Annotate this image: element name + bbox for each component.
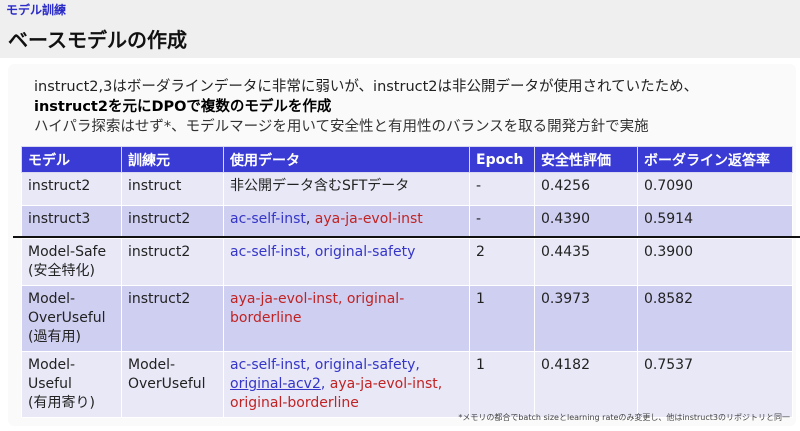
model-table: モデル 訓練元 使用データ Epoch 安全性評価 ボーダライン返答率 inst… xyxy=(21,146,793,418)
cell-source-line: instruct2 xyxy=(128,211,191,227)
table-row: Model-Safe (安全特化) instruct2 ac-self-inst, o… xyxy=(21,238,793,286)
footnote: *メモリの都合でbatch sizeとlearning rateのみ変更し、他は… xyxy=(458,413,790,422)
cell-source: Model- OverUseful xyxy=(121,351,224,418)
cell-source: instruct2 xyxy=(121,238,224,286)
table-header-row: モデル 訓練元 使用データ Epoch 安全性評価 ボーダライン返答率 xyxy=(21,146,793,173)
table-row: instruct2 instruct 非公開データ含むSFTデータ -0.4256 0.… xyxy=(21,172,793,206)
divider-line xyxy=(13,236,800,238)
cell-source-line: OverUseful xyxy=(128,376,206,392)
cell-safety: 0.4256 xyxy=(534,172,638,206)
intro-line-3: ハイパラ探索はせず*、モデルマージを用いて安全性と有用性のバランスを取る開発方針… xyxy=(34,119,649,135)
column-header-epoch: Epoch xyxy=(469,146,535,173)
dataset-name: , xyxy=(320,376,330,392)
dataset-name: 非公開データ含むSFTデータ xyxy=(230,178,410,194)
cell-data: ac-self-inst, original-safety xyxy=(223,238,470,286)
cell-epoch: - xyxy=(469,205,535,239)
cell-safety: 0.4390 xyxy=(534,205,638,239)
cell-safety: 0.4435 xyxy=(534,238,638,286)
cell-epoch: - xyxy=(469,172,535,206)
cell-data: 非公開データ含むSFTデータ xyxy=(223,172,470,206)
dataset-name: , xyxy=(305,211,315,227)
header-bar: モデル訓練 ベースモデルの作成 xyxy=(0,0,800,58)
cell-safety: 0.4182 xyxy=(534,351,638,418)
dataset-name: aya-ja-evol-inst, xyxy=(329,376,443,392)
dataset-name: ac-self-inst xyxy=(230,211,306,227)
cell-data: ac-self-inst, aya-ja-evol-inst xyxy=(223,205,470,239)
cell-model-line: instruct2 xyxy=(28,178,91,194)
column-header-model: モデル xyxy=(21,146,122,173)
dataset-name: ac-self-inst, original-safety xyxy=(230,244,416,260)
cell-model: instruct2 xyxy=(21,172,122,206)
column-header-data: 使用データ xyxy=(223,146,470,173)
cell-borderline: 0.7537 xyxy=(637,351,793,418)
intro-line-1: instruct2,3はボーダラインデータに非常に弱いが、instruct2は非… xyxy=(34,79,699,95)
column-header-safety: 安全性評価 xyxy=(534,146,638,173)
column-header-borderline: ボーダライン返答率 xyxy=(637,146,793,173)
intro-line-2: instruct2を元にDPOで複数のモデルを作成 xyxy=(34,99,332,115)
dataset-name: borderline xyxy=(230,310,302,326)
cell-data: ac-self-inst, original-safety, original-a… xyxy=(223,351,470,418)
cell-borderline: 0.7090 xyxy=(637,172,793,206)
cell-safety: 0.3973 xyxy=(534,285,638,352)
cell-model: Model-Safe (安全特化) xyxy=(21,238,122,286)
cell-model-line: (過有用) xyxy=(28,329,81,345)
cell-borderline: 0.8582 xyxy=(637,285,793,352)
dataset-name: ac-self-inst, original-safety, xyxy=(230,357,420,373)
cell-model-line: Model- xyxy=(28,357,76,373)
cell-source: instruct2 xyxy=(121,205,224,239)
cell-model-line: instruct3 xyxy=(28,211,91,227)
dataset-name: original-borderline xyxy=(230,395,359,411)
cell-borderline: 0.3900 xyxy=(637,238,793,286)
table-row: Model- Useful (有用寄り) Model- OverUseful ac-sel… xyxy=(21,351,793,418)
table-row: Model- OverUseful (過有用) instruct2 aya-ja-evo… xyxy=(21,285,793,352)
cell-source: instruct2 xyxy=(121,285,224,352)
cell-model: Model- Useful (有用寄り) xyxy=(21,351,122,418)
intro-text: instruct2,3はボーダラインデータに非常に弱いが、instruct2は非… xyxy=(34,77,774,137)
cell-model: Model- OverUseful (過有用) xyxy=(21,285,122,352)
cell-model-line: OverUseful xyxy=(28,310,106,326)
cell-model-line: Useful xyxy=(28,376,72,392)
table-row: instruct3 instruct2 ac-self-inst, aya-ja-e… xyxy=(21,205,793,239)
dataset-name: aya-ja-evol-inst, original- xyxy=(230,291,405,307)
cell-source-line: Model- xyxy=(128,357,176,373)
cell-model-line: Model-Safe xyxy=(28,244,107,260)
cell-epoch: 1 xyxy=(469,285,535,352)
dataset-name: original-acv2 xyxy=(230,376,321,392)
cell-model-line: (有用寄り) xyxy=(28,395,95,411)
cell-source: instruct xyxy=(121,172,224,206)
dataset-name: aya-ja-evol-inst xyxy=(314,211,423,227)
cell-source-line: instruct2 xyxy=(128,291,191,307)
cell-source-line: instruct xyxy=(128,178,182,194)
page-title: ベースモデルの作成 xyxy=(8,28,187,52)
cell-data: aya-ja-evol-inst, original-borderline xyxy=(223,285,470,352)
cell-epoch: 2 xyxy=(469,238,535,286)
cell-model-line: (安全特化) xyxy=(28,263,95,279)
cell-source-line: instruct2 xyxy=(128,244,191,260)
cell-epoch: 1 xyxy=(469,351,535,418)
column-header-source: 訓練元 xyxy=(121,146,224,173)
cell-model: instruct3 xyxy=(21,205,122,239)
cell-model-line: Model- xyxy=(28,291,76,307)
section-label: モデル訓練 xyxy=(6,3,67,17)
cell-borderline: 0.5914 xyxy=(637,205,793,239)
